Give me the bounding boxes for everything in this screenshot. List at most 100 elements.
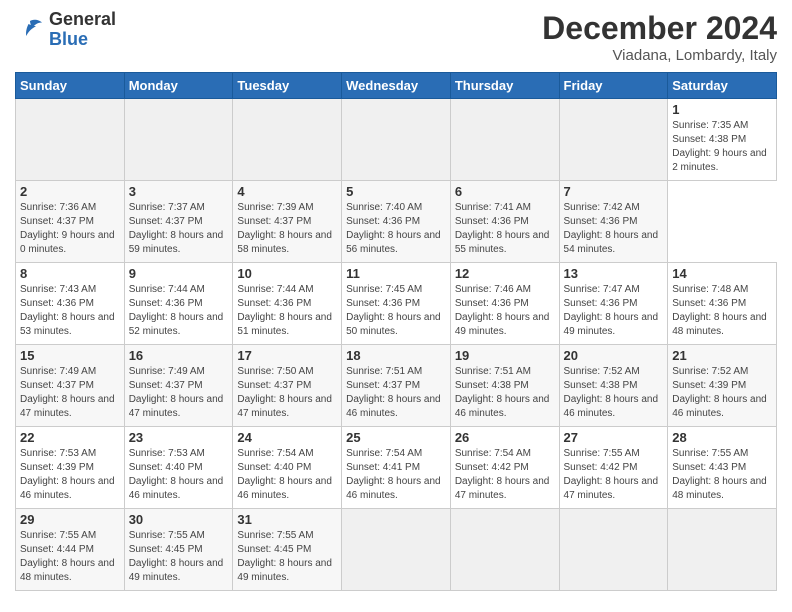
table-row: 6 Sunrise: 7:41 AMSunset: 4:36 PMDaylight…: [450, 181, 559, 263]
day-number: 28: [672, 430, 772, 445]
day-number: 20: [564, 348, 664, 363]
day-detail: Sunrise: 7:42 AMSunset: 4:36 PMDaylight:…: [564, 201, 664, 257]
logo-blue-text: Blue: [49, 30, 116, 50]
logo: General Blue: [15, 10, 116, 50]
table-row: 4Sunrise: 7:39 AMSunset: 4:37 PMDaylight…: [233, 181, 342, 263]
col-tuesday: Tuesday: [233, 73, 342, 99]
day-number: 6: [455, 184, 555, 199]
table-row: 23 Sunrise: 7:53 AMSunset: 4:40 PMDayligh…: [124, 427, 233, 509]
table-row: 26Sunrise: 7:54 AMSunset: 4:42 PMDayligh…: [450, 427, 559, 509]
day-detail: Sunrise: 7:40 AMSunset: 4:36 PMDaylight:…: [346, 201, 446, 257]
day-number: 30: [129, 512, 229, 527]
page-header: General Blue December 2024 Viadana, Lomb…: [15, 10, 777, 64]
day-detail: Sunrise: 7:53 AMSunset: 4:40 PMDaylight:…: [129, 447, 229, 503]
page-container: General Blue December 2024 Viadana, Lomb…: [0, 0, 792, 596]
day-detail: Sunrise: 7:36 AMSunset: 4:37 PMDaylight:…: [20, 201, 120, 257]
logo-general-text: General: [49, 10, 116, 30]
day-detail: Sunrise: 7:54 AMSunset: 4:41 PMDaylight:…: [346, 447, 446, 503]
day-number: 25: [346, 430, 446, 445]
table-row: 30 Sunrise: 7:55 AMSunset: 4:45 PMDayligh…: [124, 509, 233, 591]
calendar-week-row: 2 Sunrise: 7:36 AMSunset: 4:37 PMDaylight…: [16, 181, 777, 263]
logo-text: General Blue: [49, 10, 116, 50]
calendar-header-row: Sunday Monday Tuesday Wednesday Thursday…: [16, 73, 777, 99]
calendar-table: Sunday Monday Tuesday Wednesday Thursday…: [15, 72, 777, 591]
day-detail: Sunrise: 7:50 AMSunset: 4:37 PMDaylight:…: [237, 365, 337, 421]
day-detail: Sunrise: 7:41 AMSunset: 4:36 PMDaylight:…: [455, 201, 555, 257]
table-row: [342, 99, 451, 181]
col-sunday: Sunday: [16, 73, 125, 99]
table-row: 31Sunrise: 7:55 AMSunset: 4:45 PMDayligh…: [233, 509, 342, 591]
day-detail: Sunrise: 7:46 AMSunset: 4:36 PMDaylight:…: [455, 283, 555, 339]
table-row: [124, 99, 233, 181]
table-row: 10 Sunrise: 7:44 AMSunset: 4:36 PMDayligh…: [233, 263, 342, 345]
table-row: 7Sunrise: 7:42 AMSunset: 4:36 PMDaylight…: [559, 181, 668, 263]
day-number: 23: [129, 430, 229, 445]
day-detail: Sunrise: 7:54 AMSunset: 4:40 PMDaylight:…: [237, 447, 337, 503]
day-detail: Sunrise: 7:45 AMSunset: 4:36 PMDaylight:…: [346, 283, 446, 339]
day-number: 3: [129, 184, 229, 199]
day-detail: Sunrise: 7:52 AMSunset: 4:38 PMDaylight:…: [564, 365, 664, 421]
day-detail: Sunrise: 7:55 AMSunset: 4:45 PMDaylight:…: [129, 529, 229, 585]
table-row: [559, 99, 668, 181]
calendar-week-row: 22 Sunrise: 7:53 AMSunset: 4:39 PMDayligh…: [16, 427, 777, 509]
day-detail: Sunrise: 7:53 AMSunset: 4:39 PMDaylight:…: [20, 447, 120, 503]
day-number: 14: [672, 266, 772, 281]
table-row: 29 Sunrise: 7:55 AMSunset: 4:44 PMDayligh…: [16, 509, 125, 591]
day-number: 1: [672, 102, 772, 117]
col-friday: Friday: [559, 73, 668, 99]
table-row: 11Sunrise: 7:45 AMSunset: 4:36 PMDayligh…: [342, 263, 451, 345]
col-saturday: Saturday: [668, 73, 777, 99]
table-row: 24Sunrise: 7:54 AMSunset: 4:40 PMDayligh…: [233, 427, 342, 509]
day-number: 2: [20, 184, 120, 199]
day-detail: Sunrise: 7:48 AMSunset: 4:36 PMDaylight:…: [672, 283, 772, 339]
table-row: 8Sunrise: 7:43 AMSunset: 4:36 PMDaylight…: [16, 263, 125, 345]
table-row: [342, 509, 451, 591]
day-number: 22: [20, 430, 120, 445]
day-detail: Sunrise: 7:37 AMSunset: 4:37 PMDaylight:…: [129, 201, 229, 257]
day-number: 12: [455, 266, 555, 281]
table-row: 28 Sunrise: 7:55 AMSunset: 4:43 PMDayligh…: [668, 427, 777, 509]
month-title: December 2024: [542, 10, 777, 47]
table-row: 12 Sunrise: 7:46 AMSunset: 4:36 PMDayligh…: [450, 263, 559, 345]
location-subtitle: Viadana, Lombardy, Italy: [542, 47, 777, 64]
day-number: 31: [237, 512, 337, 527]
table-row: 13Sunrise: 7:47 AMSunset: 4:36 PMDayligh…: [559, 263, 668, 345]
day-number: 29: [20, 512, 120, 527]
day-number: 18: [346, 348, 446, 363]
title-area: December 2024 Viadana, Lombardy, Italy: [542, 10, 777, 64]
calendar-week-row: 1 Sunrise: 7:35 AMSunset: 4:38 PMDaylight…: [16, 99, 777, 181]
day-number: 16: [129, 348, 229, 363]
day-number: 19: [455, 348, 555, 363]
day-number: 10: [237, 266, 337, 281]
day-detail: Sunrise: 7:44 AMSunset: 4:36 PMDaylight:…: [129, 283, 229, 339]
logo-bird-icon: [15, 15, 45, 45]
day-detail: Sunrise: 7:55 AMSunset: 4:43 PMDaylight:…: [672, 447, 772, 503]
day-number: 15: [20, 348, 120, 363]
day-number: 5: [346, 184, 446, 199]
table-row: 19Sunrise: 7:51 AMSunset: 4:38 PMDayligh…: [450, 345, 559, 427]
table-row: 3 Sunrise: 7:37 AMSunset: 4:37 PMDaylight…: [124, 181, 233, 263]
table-row: [233, 99, 342, 181]
table-row: 9 Sunrise: 7:44 AMSunset: 4:36 PMDaylight…: [124, 263, 233, 345]
day-detail: Sunrise: 7:55 AMSunset: 4:42 PMDaylight:…: [564, 447, 664, 503]
day-number: 17: [237, 348, 337, 363]
table-row: 15Sunrise: 7:49 AMSunset: 4:37 PMDayligh…: [16, 345, 125, 427]
day-detail: Sunrise: 7:52 AMSunset: 4:39 PMDaylight:…: [672, 365, 772, 421]
day-detail: Sunrise: 7:54 AMSunset: 4:42 PMDaylight:…: [455, 447, 555, 503]
day-detail: Sunrise: 7:49 AMSunset: 4:37 PMDaylight:…: [129, 365, 229, 421]
day-detail: Sunrise: 7:44 AMSunset: 4:36 PMDaylight:…: [237, 283, 337, 339]
day-number: 9: [129, 266, 229, 281]
day-number: 4: [237, 184, 337, 199]
day-number: 21: [672, 348, 772, 363]
table-row: 17 Sunrise: 7:50 AMSunset: 4:37 PMDayligh…: [233, 345, 342, 427]
table-row: [450, 99, 559, 181]
day-detail: Sunrise: 7:35 AMSunset: 4:38 PMDaylight:…: [672, 119, 772, 175]
col-wednesday: Wednesday: [342, 73, 451, 99]
day-detail: Sunrise: 7:43 AMSunset: 4:36 PMDaylight:…: [20, 283, 120, 339]
table-row: 5 Sunrise: 7:40 AMSunset: 4:36 PMDaylight…: [342, 181, 451, 263]
col-monday: Monday: [124, 73, 233, 99]
table-row: 14 Sunrise: 7:48 AMSunset: 4:36 PMDayligh…: [668, 263, 777, 345]
day-detail: Sunrise: 7:51 AMSunset: 4:37 PMDaylight:…: [346, 365, 446, 421]
table-row: 25 Sunrise: 7:54 AMSunset: 4:41 PMDayligh…: [342, 427, 451, 509]
day-detail: Sunrise: 7:55 AMSunset: 4:44 PMDaylight:…: [20, 529, 120, 585]
